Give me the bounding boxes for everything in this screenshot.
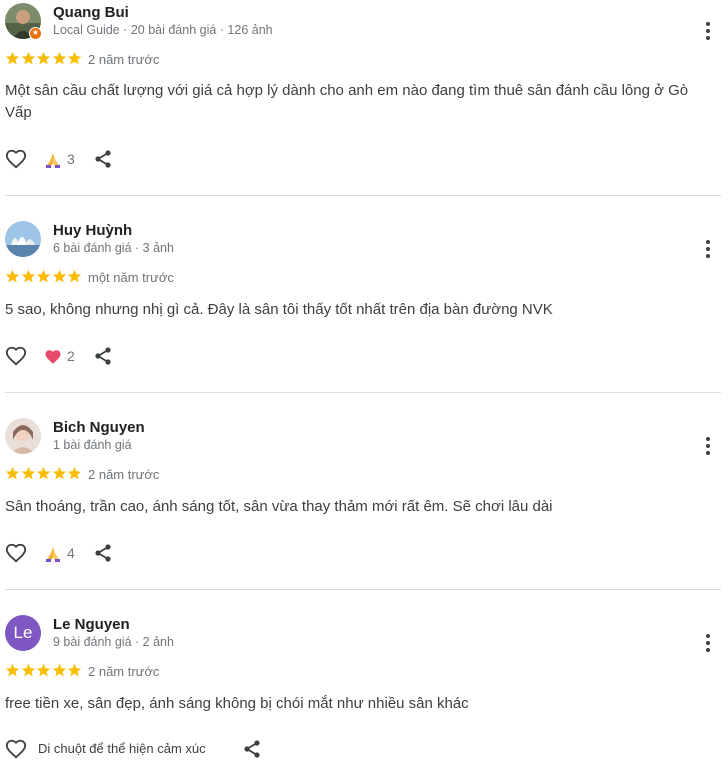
share-button[interactable] <box>242 739 262 759</box>
share-button[interactable] <box>93 149 113 169</box>
review-actions: 2 <box>0 345 130 369</box>
star-icon <box>21 466 36 481</box>
review-card: Huy Huỳnh 6 bài đánh giá · 3 ảnh một năm… <box>0 218 728 388</box>
divider <box>5 392 721 393</box>
review-text: Một sân cầu chất lượng với giá cả hợp lý… <box>5 82 689 121</box>
like-button[interactable] <box>5 345 27 367</box>
star-icon <box>36 269 51 284</box>
reviewer-name[interactable]: Le Nguyen <box>53 616 130 633</box>
review-card: Le Le Nguyen 9 bài đánh giá · 2 ảnh 2 nă… <box>0 612 728 770</box>
reviewer-name[interactable]: Quang Bui <box>53 4 129 21</box>
review-card: ★ Quang Bui Local Guide · 20 bài đánh gi… <box>0 0 728 190</box>
star-icon <box>52 51 67 66</box>
stars <box>5 269 83 289</box>
star-icon <box>21 663 36 678</box>
review-date: 2 năm trước <box>88 52 160 67</box>
like-button[interactable] <box>5 738 27 760</box>
star-icon <box>36 51 51 66</box>
review-date: 2 năm trước <box>88 467 160 482</box>
star-icon <box>67 663 82 678</box>
star-icon <box>5 51 20 66</box>
reviewer-meta: 6 bài đánh giá · 3 ảnh <box>53 241 174 255</box>
star-icon <box>5 466 20 481</box>
review-text: 5 sao, không nhưng nhị gì cả. Đây là sân… <box>5 301 553 318</box>
more-options-button[interactable] <box>698 631 718 655</box>
praying-hands-icon[interactable] <box>44 545 62 563</box>
star-icon <box>52 466 67 481</box>
reaction-hint: Di chuột để thể hiện cảm xúc <box>38 741 206 756</box>
review-text: free tiền xe, sân đẹp, ánh sáng không bị… <box>5 695 469 712</box>
avatar-initials: Le <box>13 623 33 642</box>
reviewer-name[interactable]: Huy Huỳnh <box>53 222 132 239</box>
star-icon <box>52 663 67 678</box>
more-options-button[interactable] <box>698 237 718 261</box>
stars <box>5 466 83 486</box>
review-actions: 3 <box>0 148 130 172</box>
heart-icon[interactable] <box>44 348 62 366</box>
more-options-button[interactable] <box>698 19 718 43</box>
star-icon <box>21 269 36 284</box>
share-button[interactable] <box>93 543 113 563</box>
more-options-button[interactable] <box>698 434 718 458</box>
review-date: 2 năm trước <box>88 664 160 679</box>
reaction-count: 2 <box>67 348 75 364</box>
local-guide-badge-icon: ★ <box>29 27 42 40</box>
avatar[interactable] <box>5 418 41 454</box>
divider <box>5 589 721 590</box>
star-icon <box>21 51 36 66</box>
star-icon <box>67 269 82 284</box>
star-icon <box>67 466 82 481</box>
reaction-count: 4 <box>67 545 75 561</box>
star-icon <box>5 663 20 678</box>
review-text: Sân thoáng, trần cao, ánh sáng tốt, sân … <box>5 498 553 515</box>
reviewer-meta: Local Guide · 20 bài đánh giá · 126 ảnh <box>53 23 273 37</box>
stars <box>5 663 83 683</box>
star-icon <box>52 269 67 284</box>
reviewer-meta: 9 bài đánh giá · 2 ảnh <box>53 635 174 649</box>
share-button[interactable] <box>93 346 113 366</box>
review-card: Bich Nguyen 1 bài đánh giá 2 năm trước S… <box>0 415 728 585</box>
star-icon <box>36 466 51 481</box>
reaction-count: 3 <box>67 151 75 167</box>
review-date: một năm trước <box>88 270 174 285</box>
stars <box>5 51 83 71</box>
reviewer-name[interactable]: Bich Nguyen <box>53 419 145 436</box>
star-icon <box>67 51 82 66</box>
star-icon <box>36 663 51 678</box>
praying-hands-icon[interactable] <box>44 151 62 169</box>
avatar[interactable] <box>5 221 41 257</box>
divider <box>5 195 721 196</box>
review-actions: 4 <box>0 542 130 566</box>
reviewer-meta: 1 bài đánh giá <box>53 438 132 452</box>
star-icon <box>5 269 20 284</box>
avatar[interactable]: Le <box>5 615 41 651</box>
like-button[interactable] <box>5 148 27 170</box>
like-button[interactable] <box>5 542 27 564</box>
review-actions: Di chuột để thể hiện cảm xúc <box>0 738 270 762</box>
